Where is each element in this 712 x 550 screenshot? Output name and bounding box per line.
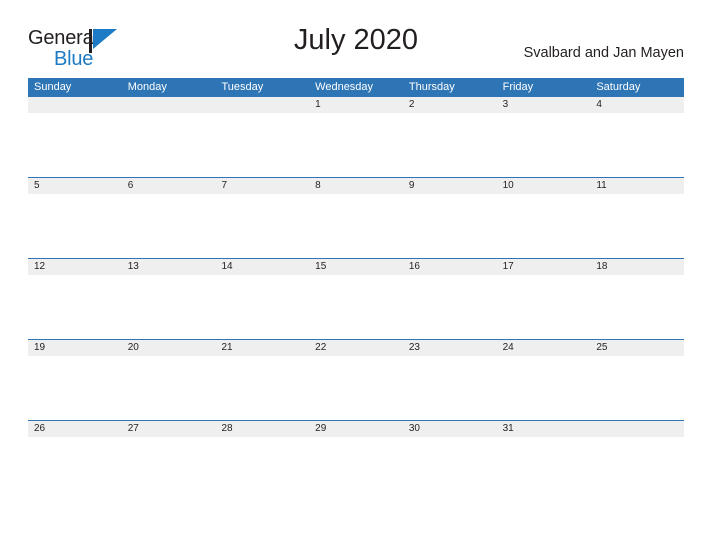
weekday-thursday: Thursday	[408, 81, 455, 93]
day-cell[interactable]: 14	[215, 259, 309, 275]
page-header: General Blue July 2020 Svalbard and Jan …	[28, 24, 684, 70]
day-cell[interactable]: 26	[28, 421, 122, 437]
calendar-page: General Blue July 2020 Svalbard and Jan …	[0, 0, 712, 550]
day-cell[interactable]: 5	[28, 178, 122, 194]
weekday-tuesday: Tuesday	[221, 81, 264, 93]
week-notes-area[interactable]	[28, 275, 684, 339]
day-cell[interactable]: 25	[590, 340, 684, 356]
day-cell[interactable]	[28, 97, 122, 113]
day-cell[interactable]: 10	[497, 178, 591, 194]
day-cell[interactable]: 19	[28, 340, 122, 356]
day-cell[interactable]: 17	[497, 259, 591, 275]
week-row: 26 27 28 29 30 31	[28, 420, 684, 501]
week-row: 5 6 7 8 9 10 11	[28, 177, 684, 258]
weekday-sunday: Sunday	[34, 81, 72, 93]
day-cell[interactable]: 20	[122, 340, 216, 356]
calendar-grid: Sunday Monday Tuesday Wednesday Thursday…	[28, 78, 684, 501]
day-cell[interactable]: 1	[309, 97, 403, 113]
day-cell[interactable]: 8	[309, 178, 403, 194]
day-cell[interactable]: 2	[403, 97, 497, 113]
week-notes-area[interactable]	[28, 194, 684, 258]
week-date-strip: 19 20 21 22 23 24 25	[28, 340, 684, 356]
weekday-monday: Monday	[127, 81, 167, 93]
weekday-wednesday: Wednesday	[315, 81, 374, 93]
day-cell[interactable]: 11	[590, 178, 684, 194]
day-cell[interactable]	[215, 97, 309, 113]
day-cell[interactable]: 12	[28, 259, 122, 275]
week-date-strip: 26 27 28 29 30 31	[28, 421, 684, 437]
day-cell[interactable]: 28	[215, 421, 309, 437]
day-cell[interactable]	[122, 97, 216, 113]
week-date-strip: 5 6 7 8 9 10 11	[28, 178, 684, 194]
day-cell[interactable]: 3	[497, 97, 591, 113]
week-date-strip: 1 2 3 4	[28, 97, 684, 113]
week-notes-area[interactable]	[28, 356, 684, 420]
week-notes-area[interactable]	[28, 113, 684, 177]
day-cell[interactable]: 24	[497, 340, 591, 356]
day-cell[interactable]: 4	[590, 97, 684, 113]
day-cell[interactable]: 29	[309, 421, 403, 437]
day-cell[interactable]: 31	[497, 421, 591, 437]
weekday-saturday: Saturday	[596, 81, 641, 93]
day-cell[interactable]: 27	[122, 421, 216, 437]
week-row: 12 13 14 15 16 17 18	[28, 258, 684, 339]
day-cell[interactable]: 22	[309, 340, 403, 356]
day-cell[interactable]: 15	[309, 259, 403, 275]
day-cell[interactable]: 13	[122, 259, 216, 275]
day-cell[interactable]: 16	[403, 259, 497, 275]
day-cell[interactable]	[590, 421, 684, 437]
day-cell[interactable]: 23	[403, 340, 497, 356]
day-cell[interactable]: 7	[215, 178, 309, 194]
week-row: 19 20 21 22 23 24 25	[28, 339, 684, 420]
weekday-header-row: Sunday Monday Tuesday Wednesday Thursday…	[28, 78, 684, 96]
day-cell[interactable]: 6	[122, 178, 216, 194]
week-date-strip: 12 13 14 15 16 17 18	[28, 259, 684, 275]
day-cell[interactable]: 30	[403, 421, 497, 437]
week-row: 1 2 3 4	[28, 96, 684, 177]
day-cell[interactable]: 9	[403, 178, 497, 194]
region-label: Svalbard and Jan Mayen	[523, 45, 684, 61]
week-notes-area[interactable]	[28, 437, 684, 501]
day-cell[interactable]: 21	[215, 340, 309, 356]
weekday-friday: Friday	[502, 81, 534, 93]
day-cell[interactable]: 18	[590, 259, 684, 275]
